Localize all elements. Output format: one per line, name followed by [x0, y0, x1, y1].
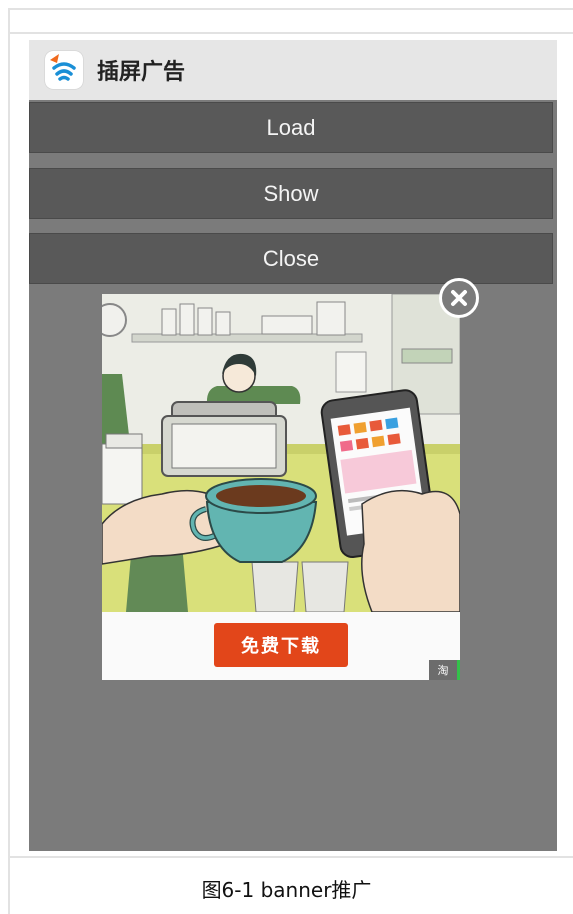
divider-top [8, 32, 573, 34]
app-title: 插屏广告 [97, 60, 186, 85]
show-button[interactable]: Show [29, 168, 553, 219]
app-title-bar: 插屏广告 [29, 40, 557, 100]
app-wifi-logo-icon [45, 51, 83, 89]
load-button[interactable]: Load [29, 102, 553, 153]
phone-screen: 插屏广告 Load Show Close 免费下载 淘 [29, 40, 557, 851]
divider-bottom [8, 856, 573, 858]
interstitial-ad[interactable]: 免费下载 淘 [102, 278, 479, 680]
taobao-badge: 淘 [429, 660, 460, 680]
ad-footer: 免费下载 淘 [102, 612, 460, 680]
close-button[interactable]: Close [29, 233, 553, 284]
figure-caption: 图6-1 banner推广 [201, 878, 372, 902]
close-icon[interactable] [439, 278, 479, 318]
free-download-button[interactable]: 免费下载 [214, 623, 348, 667]
ad-illustration-image[interactable] [102, 294, 460, 612]
